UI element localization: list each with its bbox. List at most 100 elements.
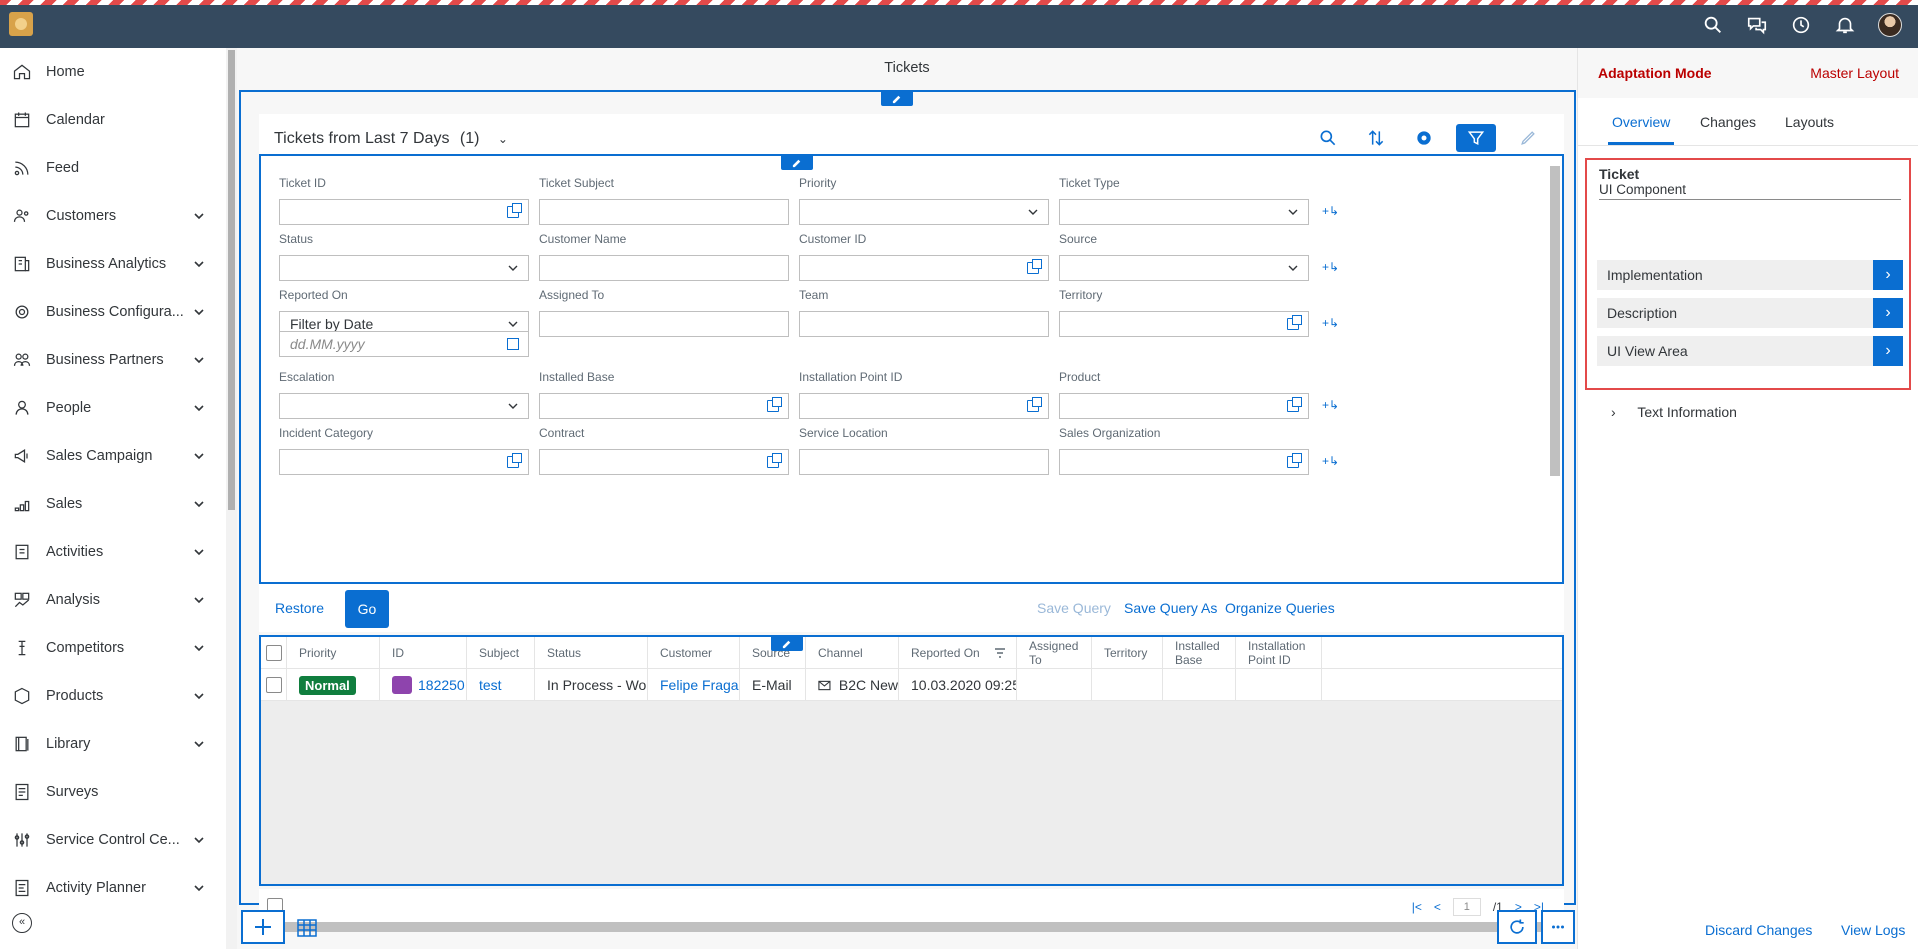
add-filter-field-icon[interactable]: +↳ xyxy=(1322,398,1342,412)
table-horizontal-scrollbar[interactable] xyxy=(259,922,1564,932)
tab-layouts[interactable]: Layouts xyxy=(1785,114,1834,130)
tab-changes[interactable]: Changes xyxy=(1700,114,1756,130)
sort-filter-icon[interactable] xyxy=(994,648,1006,658)
grid-icon[interactable] xyxy=(295,916,319,940)
ticket-type-input[interactable] xyxy=(1059,199,1309,225)
history-icon[interactable] xyxy=(1790,14,1812,36)
page-input[interactable]: 1 xyxy=(1452,898,1481,916)
settings-button[interactable] xyxy=(1408,124,1440,152)
source-input[interactable] xyxy=(1059,255,1309,281)
value-help-icon[interactable] xyxy=(767,453,782,468)
user-avatar[interactable] xyxy=(1878,13,1902,37)
chevron-down-icon[interactable] xyxy=(1288,208,1298,216)
column-header-channel[interactable]: Channel xyxy=(806,637,899,669)
chevron-right-icon[interactable]: › xyxy=(1873,336,1903,366)
sidebar-item-sales-campaign[interactable]: Sales Campaign xyxy=(0,432,226,480)
tab-overview[interactable]: Overview xyxy=(1607,114,1675,145)
service-location-input[interactable] xyxy=(799,449,1049,475)
chevron-right-icon[interactable]: › xyxy=(1873,298,1903,328)
column-header-assigned-to[interactable]: Assigned To xyxy=(1017,637,1092,669)
customer-link[interactable]: Felipe Fraga xyxy=(660,677,739,693)
add-filter-field-icon[interactable]: +↳ xyxy=(1322,316,1342,330)
chevron-down-icon[interactable] xyxy=(192,833,206,847)
previous-page-icon[interactable]: < xyxy=(1434,900,1441,914)
subject-link[interactable]: test xyxy=(479,677,502,693)
sidebar-item-service-control-ce[interactable]: Service Control Ce... xyxy=(0,816,226,864)
description-row[interactable]: Description › xyxy=(1597,298,1903,328)
ticket-id-input[interactable] xyxy=(279,199,529,225)
value-help-icon[interactable] xyxy=(1287,315,1302,330)
column-header-installed-base[interactable]: Installed Base xyxy=(1163,637,1236,669)
reported-on-date-input[interactable]: dd.MM.yyyy xyxy=(279,331,529,357)
edit-frame-button[interactable] xyxy=(881,90,913,106)
column-header-priority[interactable]: Priority xyxy=(287,637,380,669)
add-filter-field-icon[interactable]: +↳ xyxy=(1322,454,1342,468)
notifications-icon[interactable] xyxy=(1834,14,1856,36)
territory-input[interactable] xyxy=(1059,311,1309,337)
chevron-down-icon[interactable] xyxy=(508,264,518,272)
value-help-icon[interactable] xyxy=(767,397,782,412)
chevron-down-icon[interactable] xyxy=(192,593,206,607)
sidebar-item-competitors[interactable]: Competitors xyxy=(0,624,226,672)
customer-id-input[interactable] xyxy=(799,255,1049,281)
table-row[interactable]: Normal 182250 test In Process - Wo... Felipe… xyxy=(261,669,1562,701)
status-input[interactable] xyxy=(279,255,529,281)
first-page-icon[interactable]: |< xyxy=(1412,900,1422,914)
sidebar-item-analysis[interactable]: Analysis xyxy=(0,576,226,624)
search-icon[interactable] xyxy=(1702,14,1724,36)
installation-point-id-input[interactable] xyxy=(799,393,1049,419)
chevron-right-icon[interactable]: › xyxy=(1873,260,1903,290)
incident-category-input[interactable] xyxy=(279,449,529,475)
value-help-icon[interactable] xyxy=(1287,453,1302,468)
column-header-subject[interactable]: Subject xyxy=(467,637,535,669)
ticket-subject-input[interactable] xyxy=(539,199,789,225)
go-button[interactable]: Go xyxy=(345,590,389,628)
column-header-customer[interactable]: Customer xyxy=(648,637,740,669)
ticket-id-link[interactable]: 182250 xyxy=(418,677,465,693)
chevron-down-icon[interactable] xyxy=(192,305,206,319)
value-help-icon[interactable] xyxy=(507,453,522,468)
edit-table-button[interactable] xyxy=(771,635,803,651)
view-logs-button[interactable]: View Logs xyxy=(1841,922,1905,938)
ui-view-area-row[interactable]: UI View Area › xyxy=(1597,336,1903,366)
installed-base-input[interactable] xyxy=(539,393,789,419)
sidebar-item-home[interactable]: Home xyxy=(0,48,226,96)
sidebar-item-business-partners[interactable]: Business Partners xyxy=(0,336,226,384)
filter-scrollbar[interactable] xyxy=(1550,166,1560,476)
chevron-down-icon[interactable] xyxy=(192,545,206,559)
chevron-down-icon[interactable] xyxy=(1028,208,1038,216)
chevron-down-icon[interactable] xyxy=(192,881,206,895)
sidebar-item-business-analytics[interactable]: Business Analytics xyxy=(0,240,226,288)
sales-organization-input[interactable] xyxy=(1059,449,1309,475)
restore-button[interactable]: Restore xyxy=(275,600,324,616)
team-input[interactable] xyxy=(799,311,1049,337)
sidebar-item-surveys[interactable]: Surveys xyxy=(0,768,226,816)
sidebar-scrollbar[interactable] xyxy=(226,48,237,949)
column-header-reported-on[interactable]: Reported On xyxy=(899,637,1017,669)
sidebar-item-customers[interactable]: Customers xyxy=(0,192,226,240)
sidebar-item-activity-planner[interactable]: Activity Planner xyxy=(0,864,226,912)
select-all-checkbox[interactable] xyxy=(266,645,282,661)
sidebar-item-business-configura[interactable]: Business Configura... xyxy=(0,288,226,336)
collapse-sidebar-icon[interactable]: « xyxy=(12,913,32,933)
save-query-as-button[interactable]: Save Query As xyxy=(1124,600,1217,616)
sidebar-item-sales[interactable]: Sales xyxy=(0,480,226,528)
edit-filter-button[interactable] xyxy=(781,154,813,170)
priority-input[interactable] xyxy=(799,199,1049,225)
customer-name-input[interactable] xyxy=(539,255,789,281)
column-header-installation-point-id[interactable]: Installation Point ID xyxy=(1236,637,1322,669)
chevron-down-icon[interactable] xyxy=(192,449,206,463)
organize-queries-button[interactable]: Organize Queries xyxy=(1225,600,1335,616)
contract-input[interactable] xyxy=(539,449,789,475)
value-help-icon[interactable] xyxy=(1027,259,1042,274)
sidebar-item-calendar[interactable]: Calendar xyxy=(0,96,226,144)
sidebar-item-library[interactable]: Library xyxy=(0,720,226,768)
sidebar-item-activities[interactable]: Activities xyxy=(0,528,226,576)
value-help-icon[interactable] xyxy=(507,203,522,218)
chevron-down-icon[interactable] xyxy=(192,497,206,511)
add-filter-field-icon[interactable]: +↳ xyxy=(1322,204,1342,218)
chevron-down-icon[interactable] xyxy=(192,209,206,223)
chevron-down-icon[interactable] xyxy=(192,257,206,271)
value-help-icon[interactable] xyxy=(1287,397,1302,412)
sort-button[interactable] xyxy=(1360,124,1392,152)
